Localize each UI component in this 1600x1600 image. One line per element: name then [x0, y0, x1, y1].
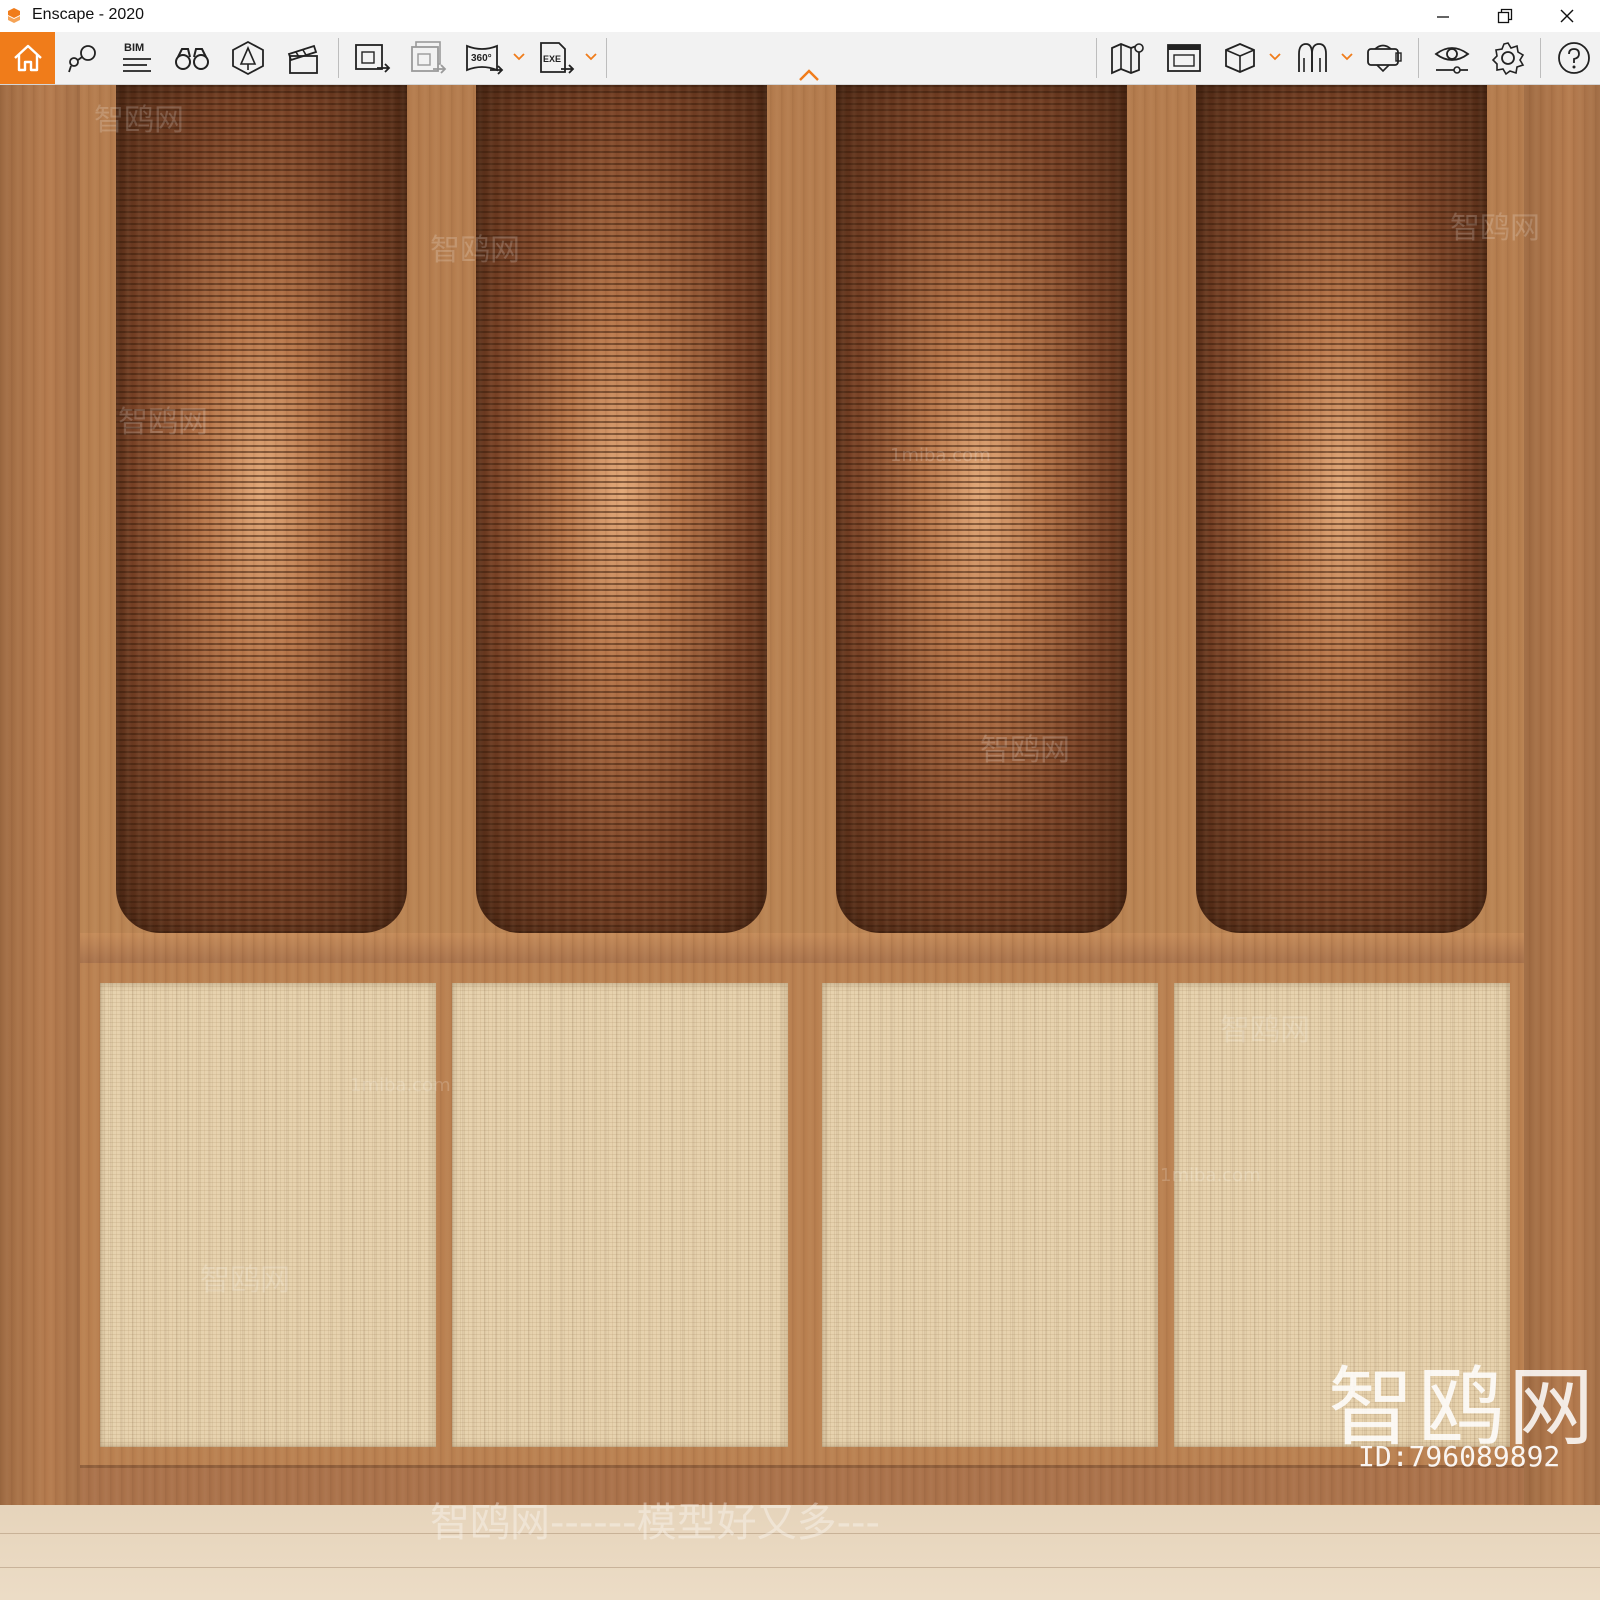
- panorama-dropdown[interactable]: [512, 50, 526, 64]
- watermark-faint-url: 1miba.com: [350, 1075, 451, 1096]
- screenshot-icon: [355, 44, 391, 73]
- toolbar-separator: [1096, 38, 1097, 78]
- binoculars-icon: [175, 48, 209, 70]
- batch-render-button[interactable]: [406, 38, 450, 78]
- watermark-faint: 智鸥网: [1220, 1013, 1310, 1048]
- watermark-faint-url: 1miba.com: [890, 445, 991, 466]
- views-button[interactable]: [60, 38, 104, 78]
- toolbar-separator: [606, 38, 607, 78]
- exe-export-dropdown[interactable]: [584, 50, 598, 64]
- bim-button[interactable]: BIM: [114, 38, 158, 78]
- home-icon: [13, 44, 42, 72]
- minimize-button[interactable]: [1412, 0, 1474, 32]
- watermark-slogan: 智鸥网------模型好又多---: [430, 1500, 880, 1546]
- light-view-button[interactable]: [226, 38, 270, 78]
- chevron-down-icon: [585, 53, 597, 61]
- rattan-panel-2: [452, 983, 788, 1447]
- watermark-faint: 智鸥网: [430, 233, 520, 268]
- light-view-icon: [232, 40, 264, 76]
- restore-icon: [1497, 8, 1513, 24]
- wood-ledge: [80, 933, 1524, 963]
- toolbar-separator: [1418, 38, 1419, 78]
- blinds-window-3: [836, 85, 1127, 933]
- bim-icon: BIM: [118, 40, 154, 76]
- watermark-faint: 智鸥网: [94, 103, 184, 138]
- toolbar-separator: [338, 38, 339, 78]
- chevron-down-icon: [1341, 53, 1353, 61]
- help-icon: [1558, 42, 1590, 74]
- main-toolbar: BIM 360° EXE: [0, 32, 1600, 85]
- watermark-faint: 智鸥网: [118, 405, 208, 440]
- visual-settings-button[interactable]: [1430, 38, 1474, 78]
- rattan-panel-3: [822, 983, 1158, 1447]
- screenshot-button[interactable]: [350, 38, 394, 78]
- exe-export-icon: EXE: [540, 42, 575, 74]
- floor-seam: [0, 1567, 1600, 1568]
- panorama-label: 360°: [471, 53, 492, 64]
- cube-button[interactable]: [1218, 38, 1262, 78]
- blinds-window-1: [116, 85, 407, 933]
- toolbar-separator: [1540, 38, 1541, 78]
- help-button[interactable]: [1552, 38, 1596, 78]
- restore-button[interactable]: [1474, 0, 1536, 32]
- watermark-faint: 智鸥网: [1450, 211, 1540, 246]
- settings-gear-icon: [1491, 42, 1525, 76]
- ghost-icon: [1298, 43, 1327, 72]
- exe-export-button[interactable]: EXE: [534, 38, 578, 78]
- vr-headset-button[interactable]: [1362, 38, 1406, 78]
- enscape-logo-icon: [8, 8, 20, 23]
- window-title: Enscape - 2020: [32, 6, 145, 23]
- binoculars-button[interactable]: [170, 38, 214, 78]
- watermark-faint: 智鸥网: [200, 1263, 290, 1298]
- right-wood-post: [1524, 85, 1600, 1505]
- rattan-panel-1: [100, 983, 436, 1447]
- watermark-id: ID:796089892: [1358, 1440, 1561, 1473]
- cube-dropdown[interactable]: [1268, 50, 1282, 64]
- chevron-down-icon: [513, 53, 525, 61]
- blinds-window-2: [476, 85, 767, 933]
- ghost-button[interactable]: [1290, 38, 1334, 78]
- close-button[interactable]: [1536, 0, 1598, 32]
- vr-headset-icon: [1367, 44, 1402, 73]
- visual-settings-icon: [1434, 47, 1470, 74]
- close-icon: [1560, 9, 1574, 23]
- watermark-faint: 智鸥网: [980, 733, 1070, 768]
- minimize-icon: [1437, 16, 1449, 18]
- blinds-window-4: [1196, 85, 1487, 933]
- asset-library-icon: [1167, 44, 1201, 72]
- title-bar: Enscape - 2020: [0, 0, 1600, 32]
- panorama-360-icon: 360°: [466, 44, 504, 75]
- panorama-button[interactable]: 360°: [462, 38, 506, 78]
- watermark-faint-url: 1miba.com: [1160, 1165, 1261, 1186]
- exe-label: EXE: [543, 54, 561, 64]
- clapper-icon: [287, 44, 318, 74]
- batch-render-icon: [411, 41, 447, 74]
- home-button[interactable]: [0, 32, 55, 84]
- collapse-toolbar-chevron-up-icon[interactable]: [798, 68, 820, 82]
- map-button[interactable]: [1106, 38, 1150, 78]
- ghost-dropdown[interactable]: [1340, 50, 1354, 64]
- asset-library-button[interactable]: [1162, 38, 1206, 78]
- chevron-down-icon: [1269, 53, 1281, 61]
- cube-icon: [1225, 43, 1255, 73]
- clapper-button[interactable]: [281, 38, 325, 78]
- settings-button[interactable]: [1486, 38, 1530, 78]
- left-wood-post: [0, 85, 80, 1505]
- views-icon: [68, 45, 96, 73]
- map-icon: [1111, 43, 1144, 75]
